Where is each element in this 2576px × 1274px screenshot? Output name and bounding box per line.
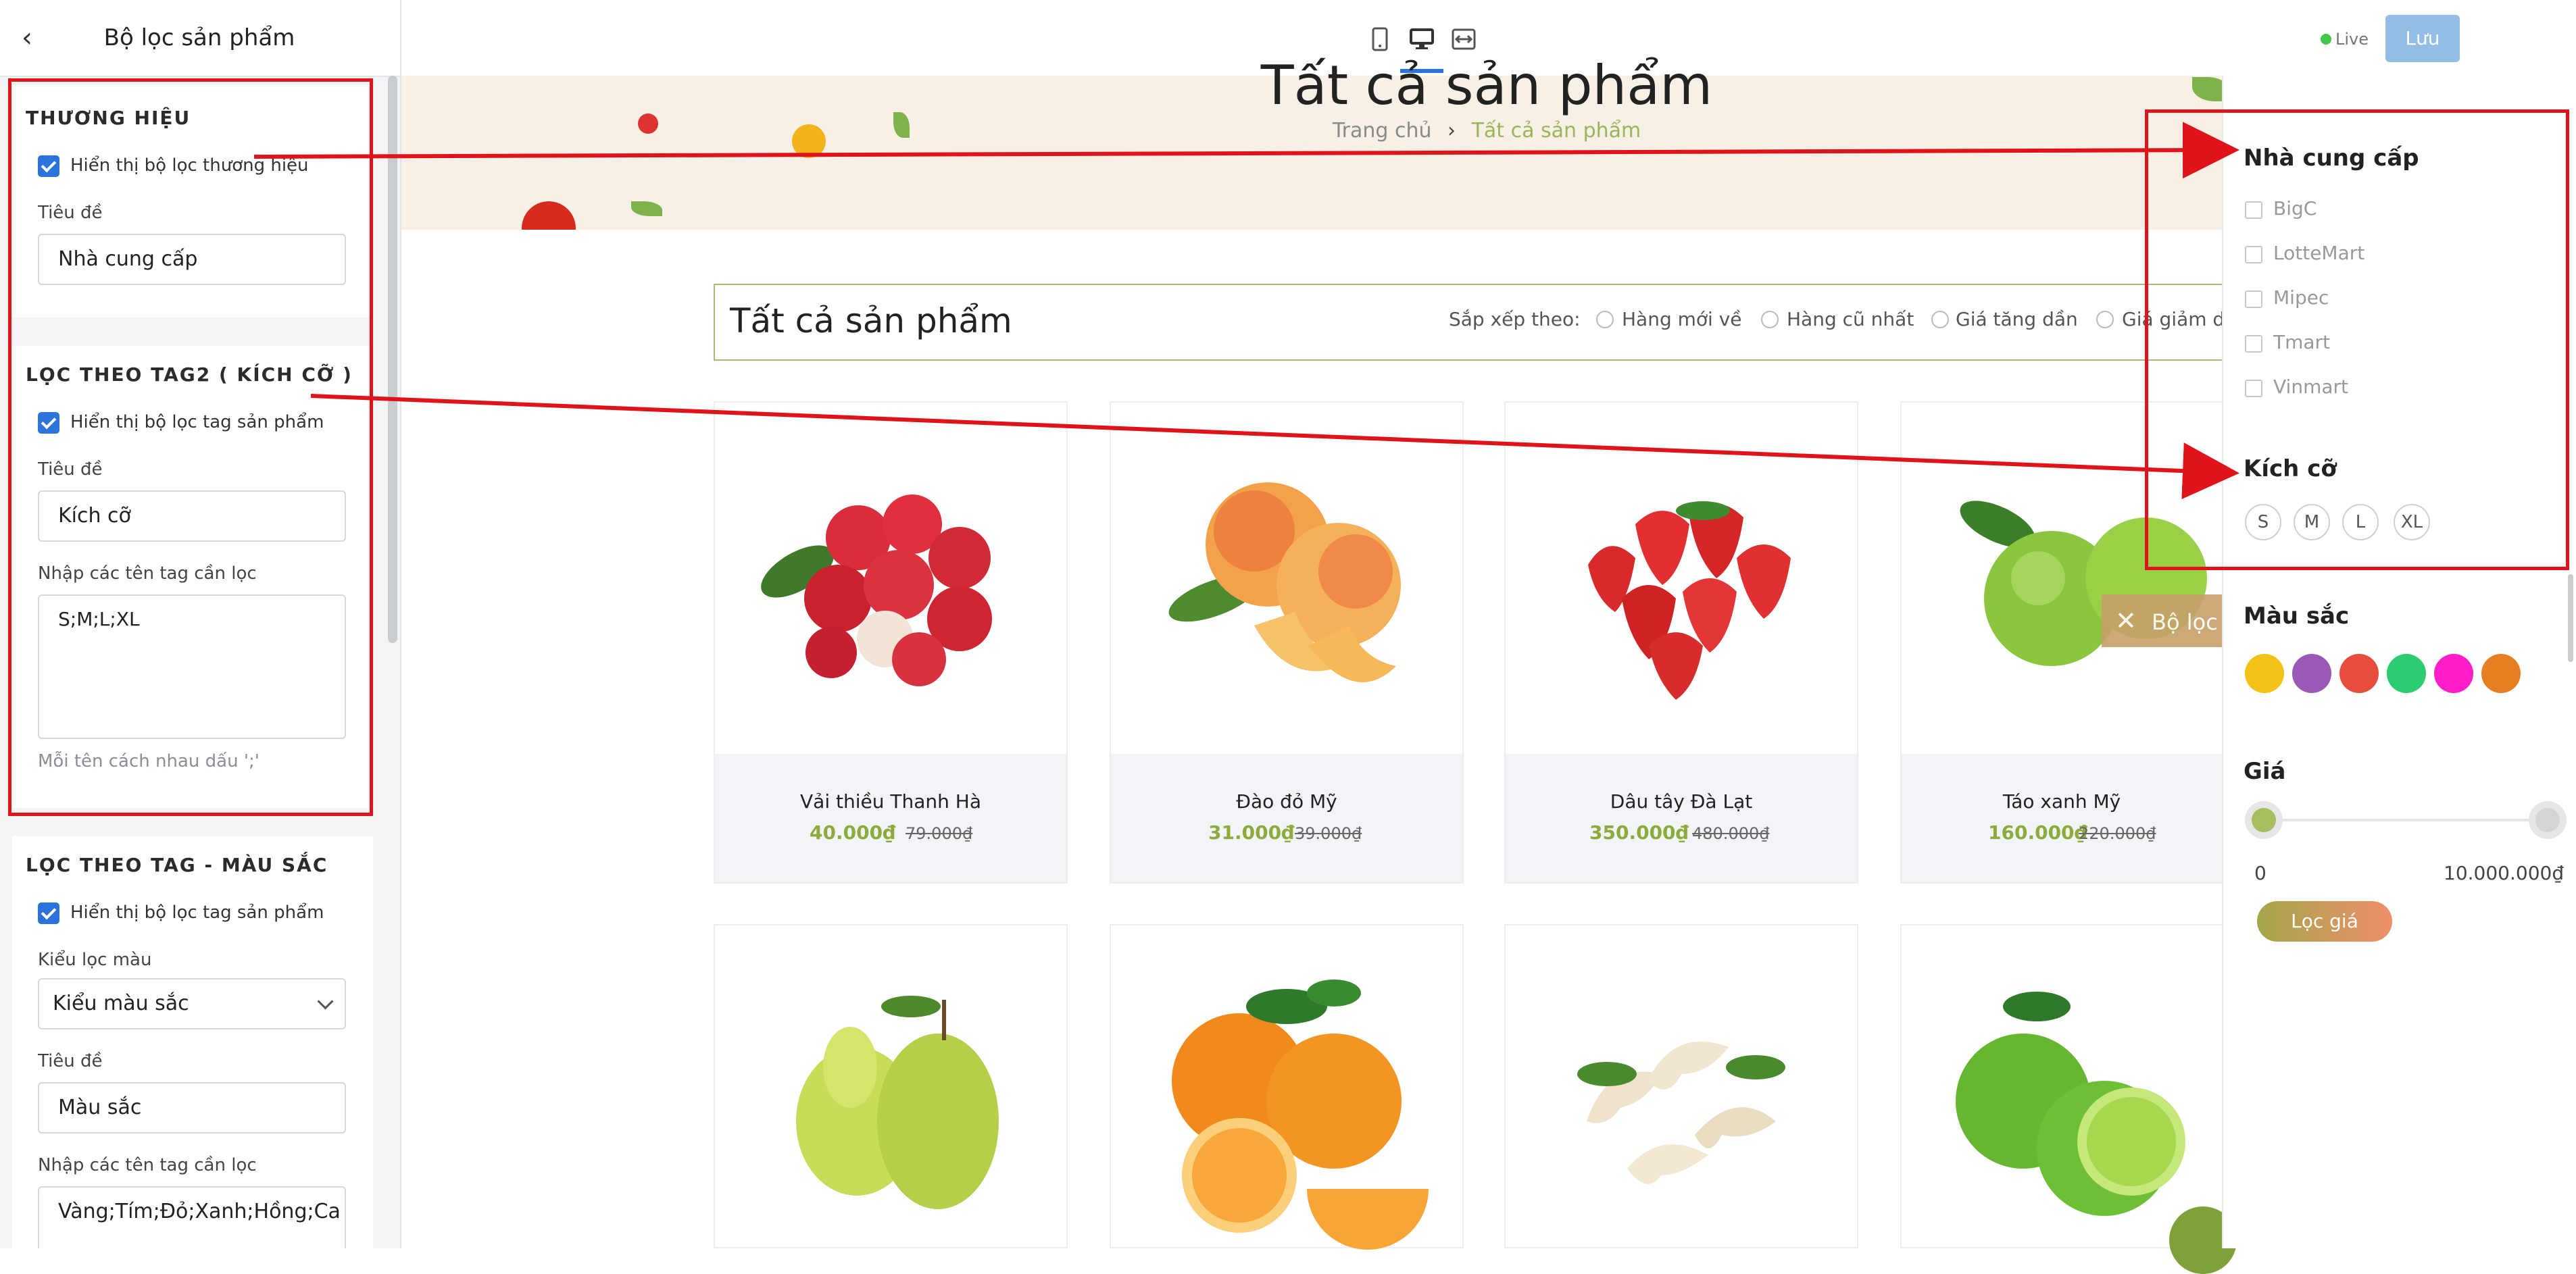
annotation-arrow-size bbox=[310, 394, 2239, 500]
annotation-arrows bbox=[253, 122, 2239, 500]
annotation-arrow-brand bbox=[253, 122, 2239, 179]
